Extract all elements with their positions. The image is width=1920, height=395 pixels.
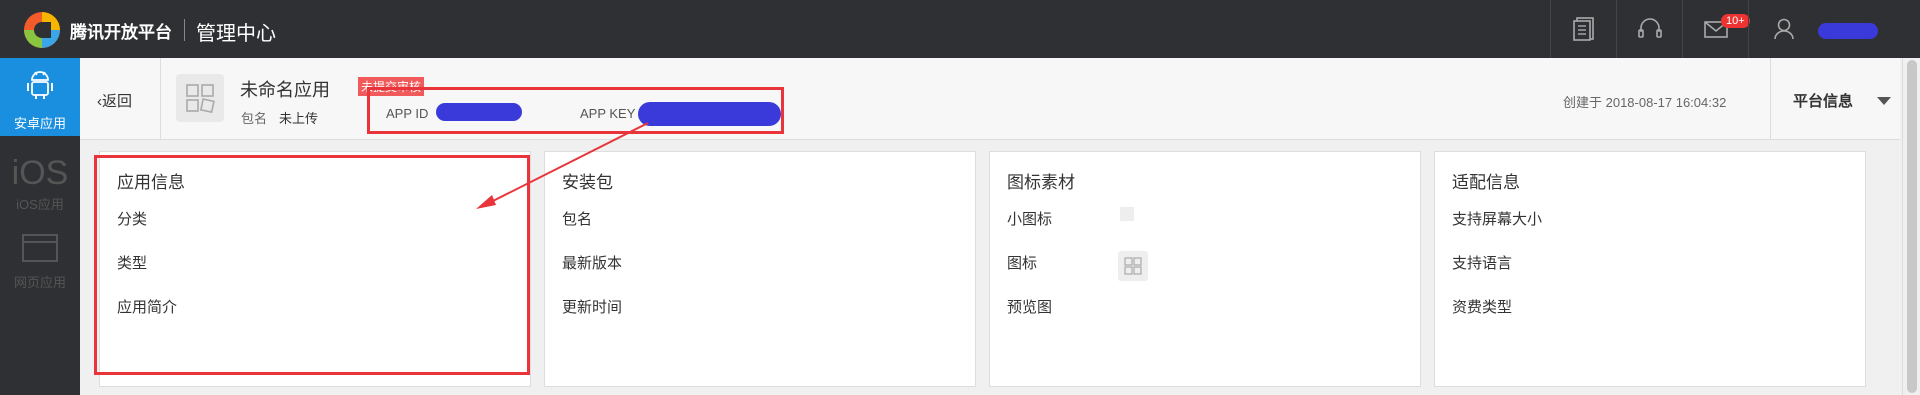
- scrollbar-thumb[interactable]: [1907, 60, 1917, 393]
- vertical-scrollbar[interactable]: [1902, 58, 1920, 395]
- annotation-arrow-icon: [476, 122, 649, 209]
